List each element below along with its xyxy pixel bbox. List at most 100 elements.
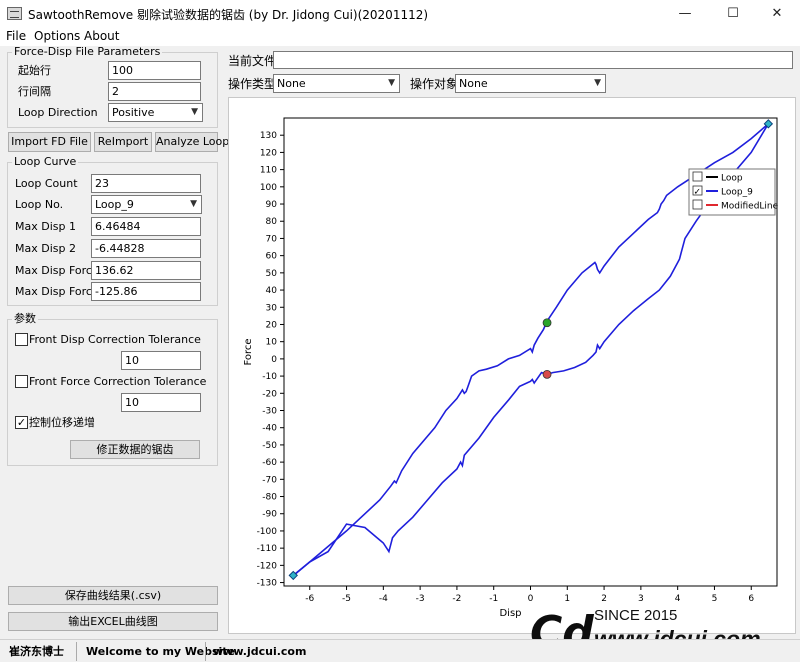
y-tick-label: 100 xyxy=(260,183,277,193)
save-csv-button[interactable]: 保存曲线结果(.csv) xyxy=(8,586,218,605)
legend-checkbox xyxy=(692,171,703,182)
legend-label: ModifiedLine xyxy=(721,202,779,212)
chevron-down-icon: ▼ xyxy=(388,78,395,88)
y-tick-label: -110 xyxy=(257,544,278,554)
op-target-label: 操作对象 xyxy=(410,77,459,91)
maximize-button[interactable]: ☐ xyxy=(710,0,756,27)
y-tick-label: 110 xyxy=(260,166,277,176)
max-force2-field[interactable]: -125.86 xyxy=(91,282,201,301)
max-disp2-label: Max Disp 2 xyxy=(15,242,76,255)
correct-sawtooth-button[interactable]: 修正数据的锯齿 xyxy=(70,440,200,459)
marker-zero-up xyxy=(542,318,552,328)
current-file-label: 当前文件 xyxy=(228,54,277,68)
control-disp-label: 控制位移递增 xyxy=(29,416,95,429)
y-tick-label: -10 xyxy=(262,372,277,382)
legend-label: Loop xyxy=(721,174,743,184)
analyze-loop-button[interactable]: Analyze Loop xyxy=(155,132,229,152)
loop-curve-title: Loop Curve xyxy=(12,155,79,168)
loop-direction-select[interactable]: Positive ▼ xyxy=(108,103,203,122)
start-row-label: 起始行 xyxy=(18,64,51,77)
y-tick-label: 40 xyxy=(266,286,278,296)
y-tick-label: -50 xyxy=(262,441,277,451)
loop-no-select[interactable]: Loop_9 ▼ xyxy=(91,195,202,214)
front-force-label: Front Force Correction Tolerance xyxy=(29,375,207,388)
loop-no-label: Loop No. xyxy=(15,198,64,211)
y-axis-label: Force xyxy=(243,338,254,365)
status-bar: 崔济东博士 Welcome to my Website www.jdcui.co… xyxy=(0,639,800,662)
y-tick-label: -80 xyxy=(262,493,277,503)
y-tick-label: -20 xyxy=(262,389,277,399)
op-type-value: None xyxy=(277,77,306,90)
y-tick-label: -70 xyxy=(262,475,277,485)
x-tick-label: -3 xyxy=(416,594,425,604)
x-tick-label: -2 xyxy=(452,594,461,604)
control-disp-checkbox[interactable]: ✓ xyxy=(15,416,28,429)
plot-area[interactable]: -6 -5 -4 -3 -2 -1 0 1 2 3 4 5 6 -130 -120 -110 -100 -90 -8… xyxy=(228,97,796,634)
close-button[interactable]: ✕ xyxy=(754,0,800,27)
y-tick-label: -90 xyxy=(262,510,277,520)
front-disp-label: Front Disp Correction Tolerance xyxy=(29,333,201,346)
front-force-input[interactable]: 10 xyxy=(121,393,201,412)
y-tick-label: 120 xyxy=(260,148,277,158)
chevron-down-icon: ▼ xyxy=(190,199,197,209)
app-icon xyxy=(7,7,22,20)
params-title: 参数 xyxy=(12,312,38,325)
max-disp2-field[interactable]: -6.44828 xyxy=(91,239,201,258)
x-tick-label: -5 xyxy=(342,594,351,604)
front-disp-checkbox[interactable] xyxy=(15,333,28,346)
loop-chart[interactable]: -6 -5 -4 -3 -2 -1 0 1 2 3 4 5 6-130-120-110-100-90-8… xyxy=(229,98,795,633)
loop-count-field[interactable]: 23 xyxy=(91,174,201,193)
loop-direction-label: Loop Direction xyxy=(18,106,98,119)
max-disp1-field[interactable]: 6.46484 xyxy=(91,217,201,236)
y-tick-label: -130 xyxy=(257,579,278,589)
minimize-button[interactable]: — xyxy=(662,0,708,27)
reimport-button[interactable]: ReImport xyxy=(94,132,152,152)
x-tick-label: -1 xyxy=(489,594,498,604)
menu-options[interactable]: Options xyxy=(34,27,80,46)
check-icon: ✓ xyxy=(16,416,27,429)
current-file-field[interactable] xyxy=(273,51,793,69)
front-disp-input[interactable]: 10 xyxy=(121,351,201,370)
x-tick-label: -4 xyxy=(379,594,388,604)
status-author: 崔济东博士 xyxy=(9,645,64,658)
y-tick-label: -40 xyxy=(262,424,277,434)
y-tick-label: -100 xyxy=(257,527,278,537)
front-force-checkbox[interactable] xyxy=(15,375,28,388)
fd-params-title: Force-Disp File Parameters xyxy=(12,45,163,58)
y-tick-label: 60 xyxy=(266,252,278,262)
y-tick-label: 70 xyxy=(266,234,278,244)
max-disp1-label: Max Disp 1 xyxy=(15,220,76,233)
menu-about[interactable]: About xyxy=(84,27,119,46)
legend-check-icon: ✓ xyxy=(694,188,702,198)
marker-zero-down xyxy=(542,369,552,379)
y-tick-label: -30 xyxy=(262,407,277,417)
op-target-select[interactable]: None ▼ xyxy=(455,74,606,93)
x-axis-label: Disp xyxy=(499,608,521,619)
status-site-link[interactable]: www.jdcui.com xyxy=(213,643,306,660)
x-tick-label: -6 xyxy=(305,594,314,604)
y-tick-label: 20 xyxy=(266,320,278,330)
legend-label: Loop_9 xyxy=(721,188,753,198)
export-excel-button[interactable]: 输出EXCEL曲线图 xyxy=(8,612,218,631)
op-type-select[interactable]: None ▼ xyxy=(273,74,400,93)
row-interval-label: 行间隔 xyxy=(18,85,51,98)
loop-count-label: Loop Count xyxy=(15,177,78,190)
y-tick-label: 90 xyxy=(266,200,278,210)
y-tick-label: 80 xyxy=(266,217,278,227)
since-text: SINCE 2015 xyxy=(594,607,677,624)
chevron-down-icon: ▼ xyxy=(594,78,601,88)
loop-direction-value: Positive xyxy=(112,106,155,119)
max-force1-field[interactable]: 136.62 xyxy=(91,261,201,280)
start-row-input[interactable]: 100 xyxy=(108,61,201,80)
y-tick-label: 10 xyxy=(266,338,278,348)
y-tick-label: -60 xyxy=(262,458,277,468)
menu-file[interactable]: File xyxy=(6,27,26,46)
loop-no-value: Loop_9 xyxy=(95,198,134,211)
status-separator xyxy=(205,642,206,661)
op-type-label: 操作类型 xyxy=(228,77,277,91)
menu-bar: File Options About xyxy=(0,27,800,46)
row-interval-input[interactable]: 2 xyxy=(108,82,201,101)
import-fd-file-button[interactable]: Import FD File xyxy=(8,132,91,152)
legend-checkbox xyxy=(692,199,703,210)
window-title: SawtoothRemove 剔除试验数据的锯齿 (by Dr. Jidong … xyxy=(28,8,429,22)
